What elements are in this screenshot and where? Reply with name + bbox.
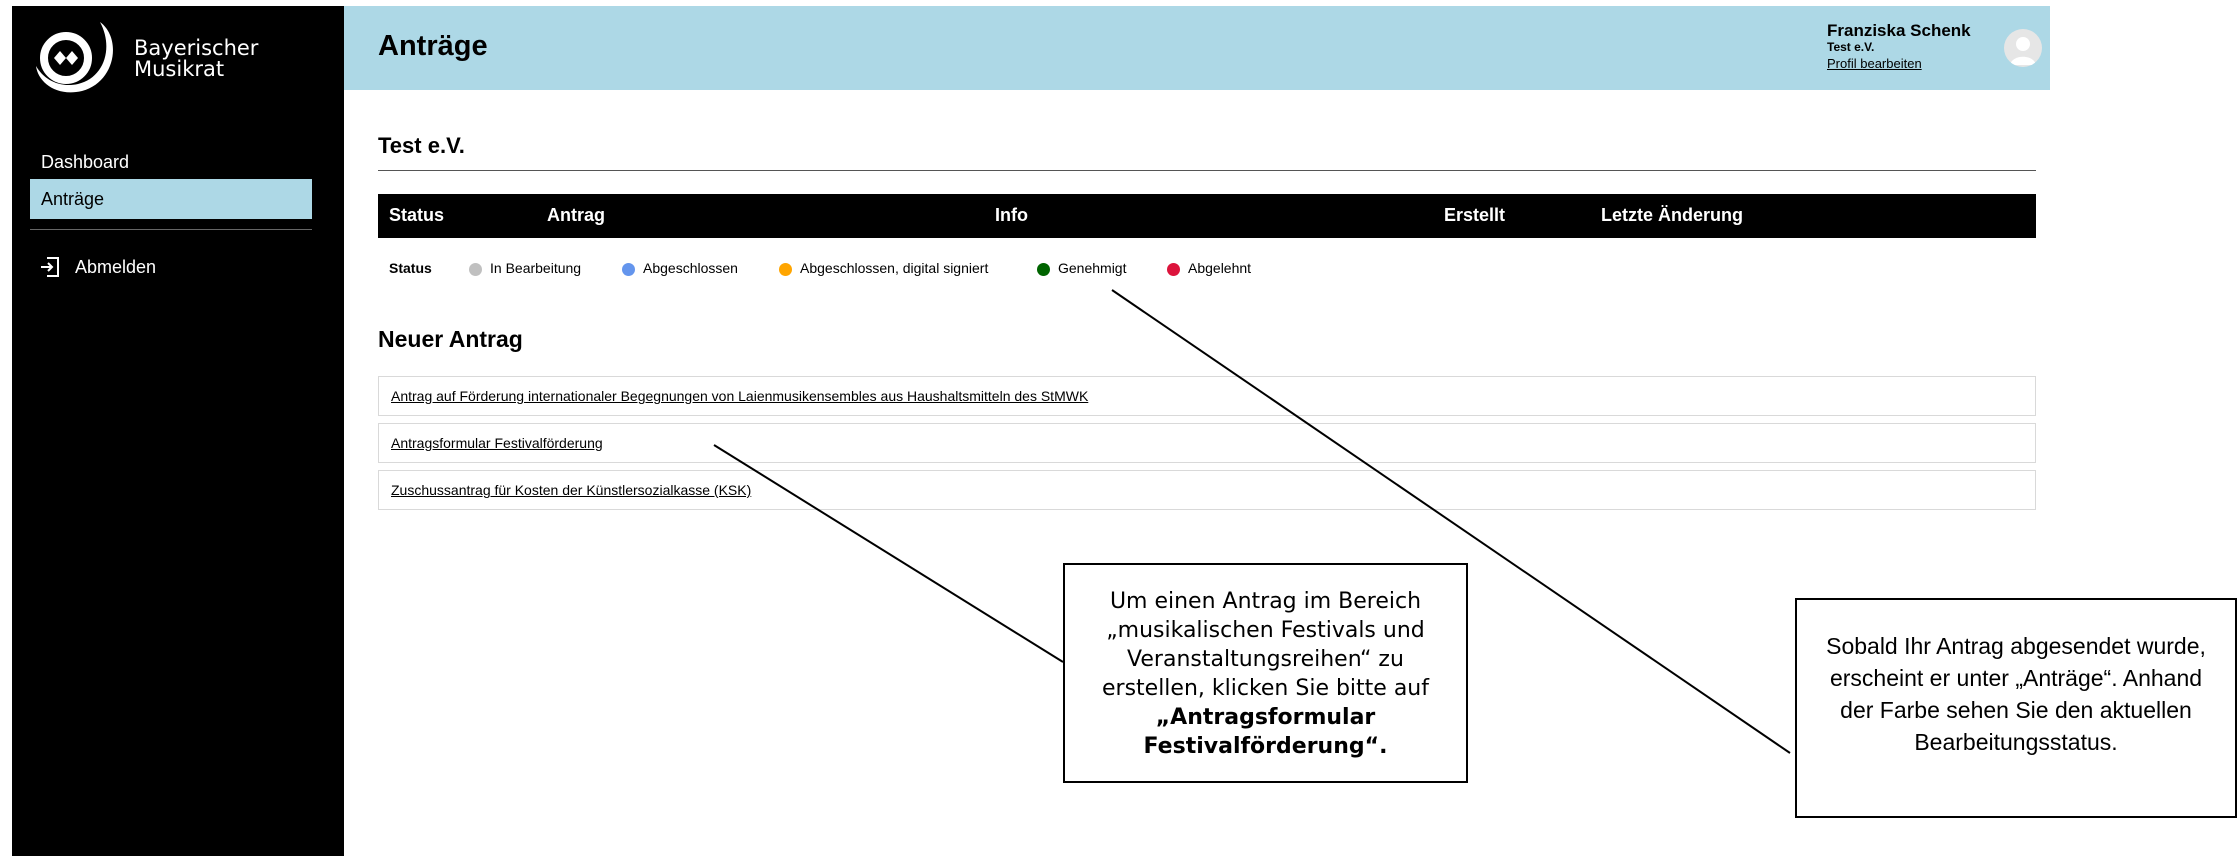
callout-text: Um einen Antrag im Bereich „musikalische… <box>1101 589 1429 701</box>
list-item: Antrag auf Förderung internationaler Beg… <box>378 376 2036 416</box>
column-header-info[interactable]: Info <box>995 205 1028 226</box>
status-dot-abgeschlossen <box>622 263 635 276</box>
avatar[interactable] <box>2004 29 2042 67</box>
sidebar-item-label: Dashboard <box>41 152 130 172</box>
annotation-callout-festival: Um einen Antrag im Bereich „musikalische… <box>1063 563 1468 783</box>
page-header: Anträge Franziska Schenk Test e.V. Profi… <box>344 6 2050 90</box>
sidebar-item-label: Anträge <box>41 189 105 209</box>
legend-item-genehmigt: Genehmigt <box>1058 260 1127 276</box>
status-dot-genehmigt <box>1037 263 1050 276</box>
callout-bold-text: „Antragsformular Festivalförderung“. <box>1143 705 1388 759</box>
legend-item-in-bearbeitung: In Bearbeitung <box>490 260 582 276</box>
logout-label: Abmelden <box>75 256 157 277</box>
annotation-callout-status: Sobald Ihr Antrag abgesendet wurde, ersc… <box>1795 598 2237 818</box>
new-application-title: Neuer Antrag <box>378 326 523 352</box>
user-avatar-icon <box>2010 37 2036 65</box>
logout-button[interactable]: Abmelden <box>39 252 156 282</box>
section-divider <box>378 170 2036 171</box>
legend-item-abgeschlossen: Abgeschlossen <box>643 260 738 276</box>
brand-name-line1: Bayerischer <box>134 36 259 60</box>
callout-text: Sobald Ihr Antrag abgesendet wurde, ersc… <box>1826 633 2206 755</box>
list-item: Antragsformular Festivalförderung <box>378 423 2036 463</box>
musikrat-logo-icon <box>36 22 113 93</box>
brand-name-line2: Musikrat <box>134 57 225 81</box>
column-header-letzte-aenderung[interactable]: Letzte Änderung <box>1601 205 1743 226</box>
user-name: Franziska Schenk <box>1827 21 1971 40</box>
sidebar-item-antraege[interactable]: Anträge <box>30 179 312 219</box>
sidebar-divider <box>30 229 312 230</box>
form-link-ksk-zuschuss[interactable]: Zuschussantrag für Kosten der Künstlerso… <box>391 482 751 498</box>
status-dot-abgelehnt <box>1167 263 1180 276</box>
organization-title: Test e.V. <box>378 133 465 158</box>
sidebar-item-dashboard[interactable]: Dashboard <box>30 142 312 182</box>
column-header-antrag[interactable]: Antrag <box>547 205 605 226</box>
sidebar: Bayerischer Musikrat Dashboard Anträge A… <box>12 6 344 856</box>
legend-item-abgeschlossen-signiert: Abgeschlossen, digital signiert <box>800 260 989 276</box>
column-header-status[interactable]: Status <box>389 205 444 226</box>
page-title: Anträge <box>378 30 488 62</box>
status-dot-abgeschlossen-signiert <box>779 263 792 276</box>
logout-icon <box>41 257 59 277</box>
brand-name: Bayerischer Musikrat <box>134 38 258 80</box>
status-dot-in-bearbeitung <box>469 263 482 276</box>
user-organization: Test e.V. <box>1827 40 1875 54</box>
legend-label: Status <box>389 260 432 276</box>
form-link-internationale-begegnungen[interactable]: Antrag auf Förderung internationaler Beg… <box>391 388 1088 404</box>
form-link-festivalfoerderung[interactable]: Antragsformular Festivalförderung <box>391 435 603 451</box>
column-header-erstellt[interactable]: Erstellt <box>1444 205 1505 226</box>
brand-logo[interactable]: Bayerischer Musikrat <box>30 16 330 106</box>
legend-item-abgelehnt: Abgelehnt <box>1188 260 1252 276</box>
list-item: Zuschussantrag für Kosten der Künstlerso… <box>378 470 2036 510</box>
table-header: Status Antrag Info Erstellt Letzte Änder… <box>378 194 2036 238</box>
edit-profile-link[interactable]: Profil bearbeiten <box>1827 56 1922 71</box>
